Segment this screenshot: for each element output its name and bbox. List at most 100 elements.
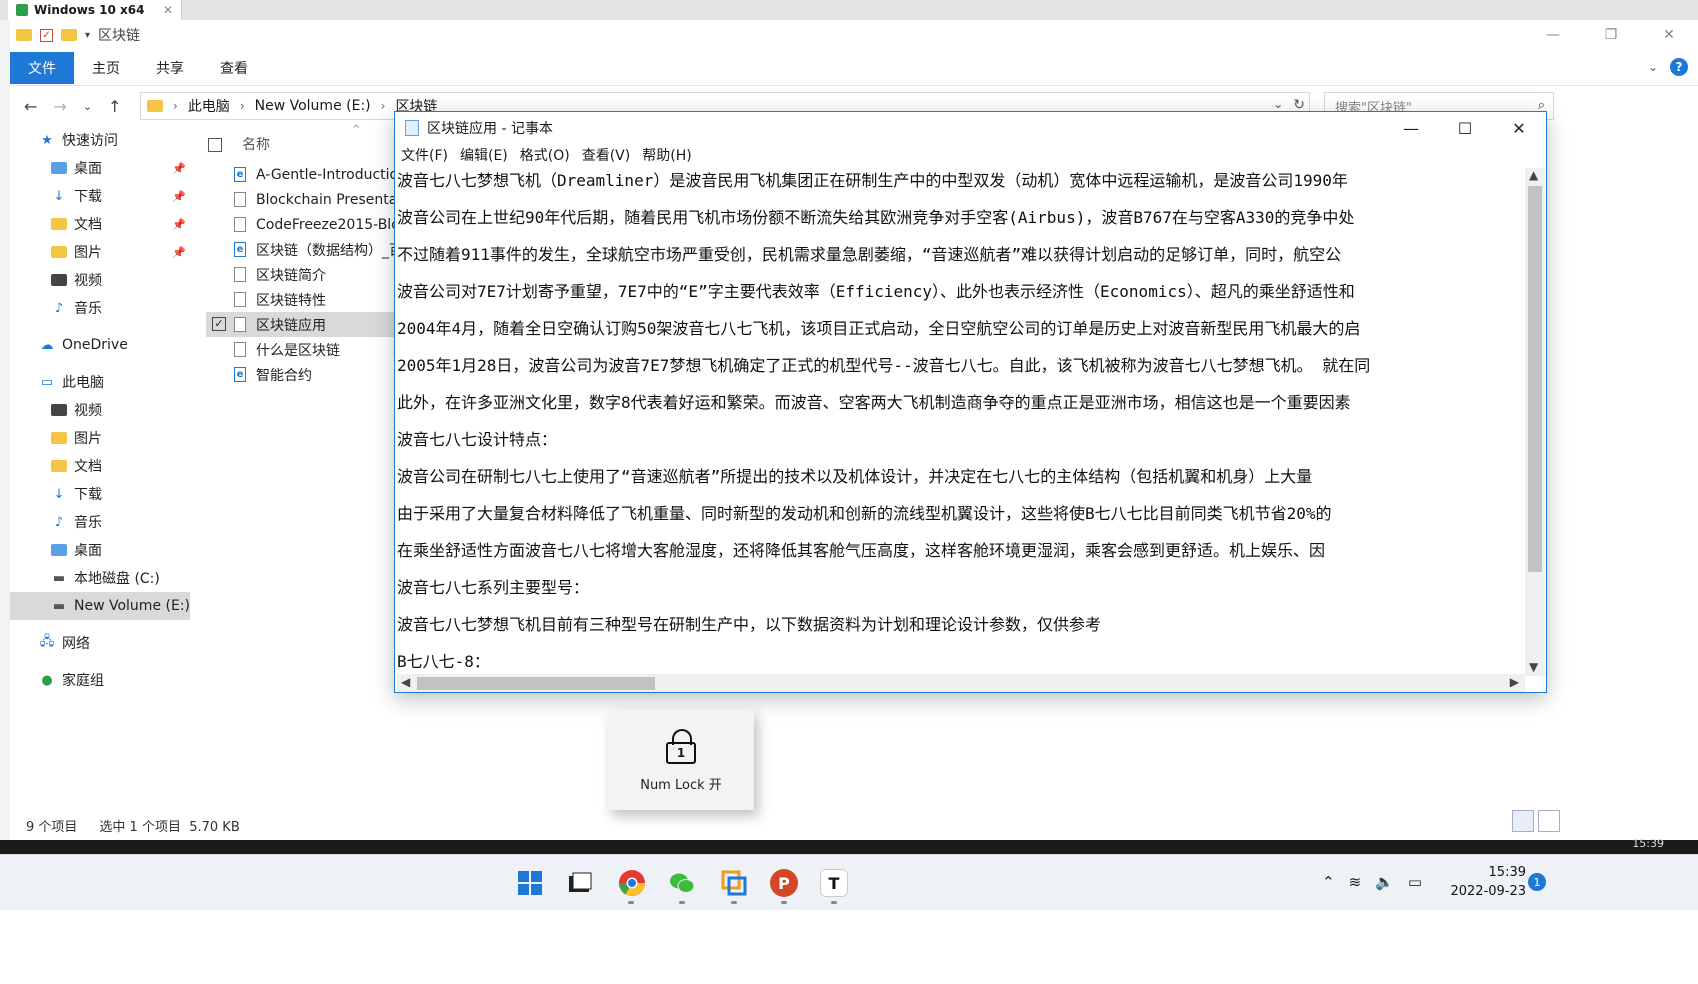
close-icon[interactable]: ✕ — [163, 3, 173, 17]
menu-format[interactable]: 格式(O) — [520, 145, 570, 165]
file-row[interactable]: 什么是区块链 — [206, 337, 396, 362]
close-icon[interactable]: ✕ — [1640, 20, 1698, 50]
horizontal-scrollbar[interactable]: ◀ ▶ — [397, 674, 1525, 692]
battery-icon[interactable]: ▭ — [1408, 873, 1422, 891]
typora-icon[interactable]: T — [820, 869, 848, 897]
pin-icon[interactable]: 📌 — [172, 190, 186, 203]
chevron-up-icon[interactable]: ⌃ — [1322, 873, 1335, 891]
file-row-selected[interactable]: ✓ 区块链应用 — [206, 312, 396, 337]
scroll-down-icon[interactable]: ▼ — [1529, 660, 1538, 674]
file-row[interactable]: e 智能合约 — [206, 362, 396, 387]
file-name: 区块链特性 — [256, 292, 326, 309]
nav-pc-downloads[interactable]: ↓ 下载 — [10, 480, 190, 508]
large-icons-view-icon[interactable] — [1538, 810, 1560, 832]
maximize-icon[interactable]: ☐ — [1438, 112, 1492, 144]
file-row[interactable]: 区块链简介 — [206, 262, 396, 287]
new-folder-icon[interactable] — [61, 29, 77, 41]
minimize-icon[interactable]: — — [1524, 20, 1582, 50]
chevron-right-icon[interactable]: › — [381, 99, 386, 113]
nav-pc-music[interactable]: ♪ 音乐 — [10, 508, 190, 536]
properties-icon[interactable]: ✓ — [40, 28, 53, 42]
up-arrow-icon[interactable]: ↑ — [108, 97, 121, 116]
file-row[interactable]: e A-Gentle-Introductio — [206, 162, 396, 187]
cloud-icon: ☁ — [40, 337, 54, 353]
row-checkbox[interactable]: ✓ — [212, 317, 226, 331]
nav-downloads[interactable]: ↓ 下载 📌 — [10, 182, 190, 210]
nav-homegroup[interactable]: ● 家庭组 — [10, 666, 190, 694]
nav-network[interactable]: 🖧 网络 — [10, 629, 190, 657]
nav-pictures[interactable]: 图片 📌 — [10, 238, 190, 266]
pin-icon[interactable]: 📌 — [172, 218, 186, 231]
file-row[interactable]: CodeFreeze2015-Blo — [206, 212, 396, 237]
details-view-icon[interactable] — [1512, 810, 1534, 832]
pin-icon[interactable]: 📌 — [172, 162, 186, 175]
recent-locations-icon[interactable]: ⌄ — [83, 100, 92, 113]
breadcrumb-this-pc[interactable]: 此电脑 — [188, 96, 230, 116]
scroll-up-icon[interactable]: ▲ — [1529, 168, 1538, 182]
scroll-left-icon[interactable]: ◀ — [401, 675, 410, 689]
nav-label: 下载 — [74, 487, 102, 503]
vertical-scrollbar[interactable]: ▲ ▼ — [1525, 168, 1545, 676]
scroll-thumb[interactable] — [1528, 186, 1542, 572]
volume-icon[interactable]: 🔈 — [1375, 873, 1394, 891]
file-name: CodeFreeze2015-Blo — [256, 216, 396, 233]
windows-start-icon[interactable] — [516, 869, 544, 897]
nav-pc-documents[interactable]: 文档 — [10, 452, 190, 480]
restore-icon[interactable]: ❐ — [1582, 20, 1640, 50]
nav-label: 视频 — [74, 403, 102, 419]
tab-home[interactable]: 主页 — [74, 52, 138, 84]
menu-file[interactable]: 文件(F) — [401, 145, 448, 165]
nav-label: 图片 — [74, 431, 102, 447]
back-arrow-icon[interactable]: ← — [24, 97, 37, 116]
notification-badge[interactable]: 1 — [1528, 873, 1546, 891]
powerpoint-icon[interactable]: P — [770, 869, 798, 897]
nav-drive-e[interactable]: ▬ New Volume (E:) — [10, 592, 190, 620]
menu-help[interactable]: 帮助(H) — [642, 145, 691, 165]
nav-pc-videos[interactable]: 视频 — [10, 396, 190, 424]
column-header-name[interactable]: ^ 名称 — [206, 124, 396, 162]
menu-view[interactable]: 查看(V) — [582, 145, 631, 165]
chrome-icon[interactable] — [618, 869, 646, 897]
scroll-thumb[interactable] — [417, 677, 655, 690]
file-manager-icon[interactable] — [566, 869, 594, 897]
nav-desktop[interactable]: 桌面 📌 — [10, 154, 190, 182]
nav-pc-pictures[interactable]: 图片 — [10, 424, 190, 452]
chevron-right-icon[interactable]: › — [240, 99, 245, 113]
tab-view[interactable]: 查看 — [202, 52, 266, 84]
text-line: 2005年1月28日，波音公司为波音7E7梦想飞机确定了正式的机型代号--波音七… — [397, 356, 1371, 375]
system-tray: ⌃ ≋ 🔈 ▭ — [1322, 873, 1422, 891]
expand-ribbon-icon[interactable]: ⌄ — [1648, 60, 1658, 74]
nav-pc-desktop[interactable]: 桌面 — [10, 536, 190, 564]
help-icon[interactable]: ? — [1670, 58, 1688, 76]
vm-tab[interactable]: Windows 10 x64 ✕ — [8, 0, 182, 20]
nav-this-pc[interactable]: ▭ 此电脑 — [10, 368, 190, 396]
minimize-icon[interactable]: — — [1384, 112, 1438, 144]
vmware-icon[interactable] — [720, 869, 748, 897]
tab-share[interactable]: 共享 — [138, 52, 202, 84]
wechat-icon[interactable] — [668, 869, 696, 897]
computer-icon: ▭ — [40, 374, 54, 390]
taskbar-clock[interactable]: 15:39 2022-09-23 — [1446, 863, 1526, 901]
tab-file[interactable]: 文件 — [10, 51, 74, 84]
nav-drive-c[interactable]: ▬ 本地磁盘 (C:) — [10, 564, 190, 592]
nav-music[interactable]: ♪ 音乐 — [10, 294, 190, 322]
breadcrumb-volume[interactable]: New Volume (E:) — [255, 98, 371, 114]
wifi-icon[interactable]: ≋ — [1349, 873, 1362, 891]
menu-edit[interactable]: 编辑(E) — [460, 145, 508, 165]
close-icon[interactable]: ✕ — [1492, 112, 1546, 144]
select-all-checkbox[interactable] — [208, 138, 222, 152]
chevron-down-icon[interactable]: ▾ — [85, 30, 90, 41]
chevron-right-icon[interactable]: › — [173, 99, 178, 113]
notepad-text-area[interactable]: 波音七八七梦想飞机（Dreamliner）是波音民用飞机集团正在研制生产中的中型… — [397, 168, 1525, 676]
file-row[interactable]: 区块链特性 — [206, 287, 396, 312]
nav-videos[interactable]: 视频 — [10, 266, 190, 294]
nav-quick-access[interactable]: ★ 快速访问 — [10, 126, 190, 154]
forward-arrow-icon[interactable]: → — [53, 97, 66, 116]
file-row[interactable]: e 区块链（数据结构）_百 — [206, 237, 396, 262]
nav-onedrive[interactable]: ☁ OneDrive — [10, 331, 190, 359]
pictures-folder-icon — [50, 244, 68, 260]
nav-documents[interactable]: 文档 📌 — [10, 210, 190, 238]
pin-icon[interactable]: 📌 — [172, 246, 186, 259]
scroll-right-icon[interactable]: ▶ — [1510, 675, 1519, 689]
file-row[interactable]: Blockchain Presentat — [206, 187, 396, 212]
